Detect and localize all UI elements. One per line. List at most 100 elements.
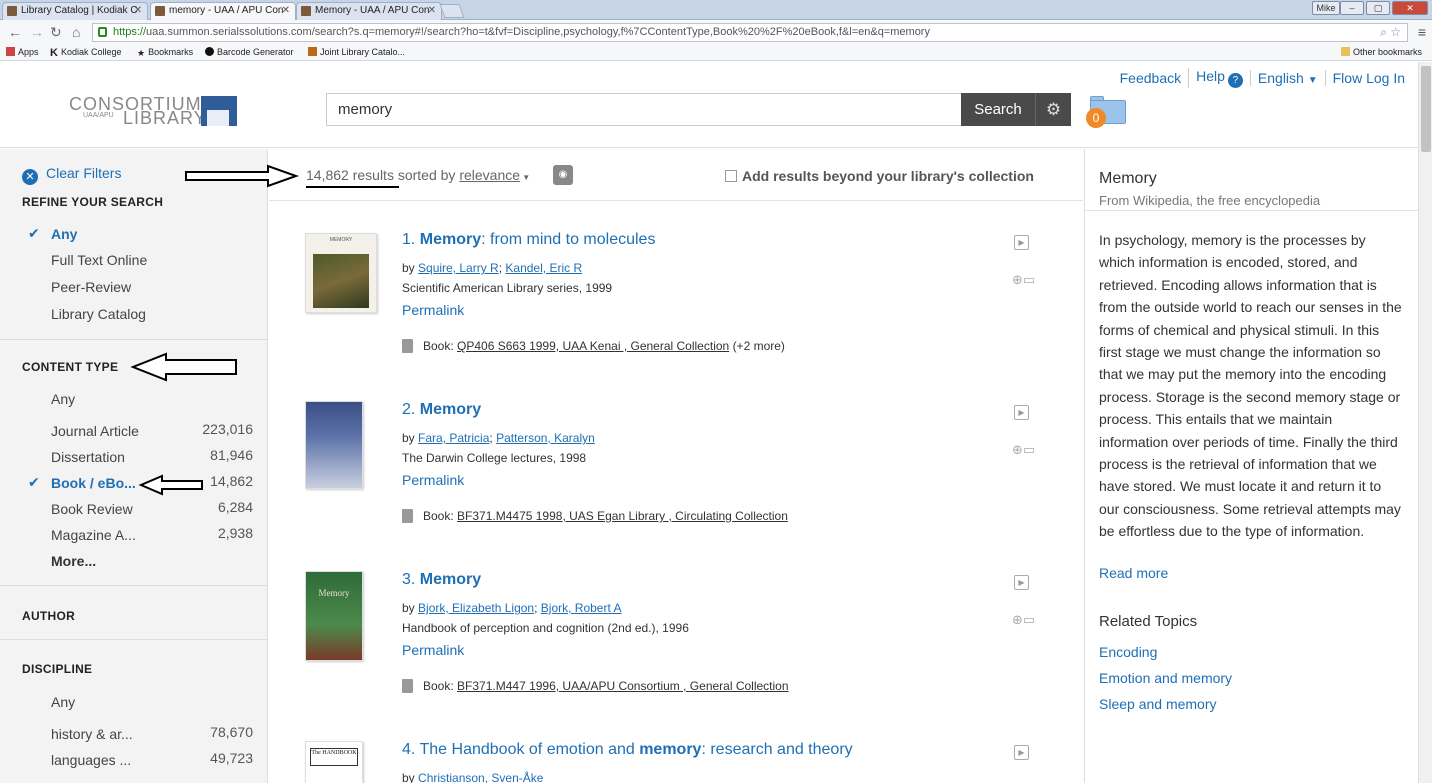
rss-feed-icon[interactable]: ◉ xyxy=(553,165,573,185)
related-topic-link[interactable]: Emotion and memory xyxy=(1099,670,1232,686)
content-type-journal-article[interactable]: Journal Article xyxy=(51,423,139,439)
help-link[interactable]: Help? xyxy=(1188,68,1250,88)
facet-count: 2,938 xyxy=(217,525,253,541)
facet-count: 78,670 xyxy=(210,724,253,740)
holding-link[interactable]: BF371.M447 1996, UAA/APU Consortium , Ge… xyxy=(457,679,789,693)
result-authors: by Bjork, Elizabeth Ligon; Bjork, Robert… xyxy=(402,601,622,615)
refine-any[interactable]: Any xyxy=(51,226,77,242)
discipline-history-arts[interactable]: history & ar... xyxy=(51,726,133,742)
beyond-collection-checkbox[interactable]: Add results beyond your library's collec… xyxy=(725,168,1034,184)
add-to-folder-icon[interactable]: ⊕▭ xyxy=(1012,612,1035,627)
consortium-library-logo[interactable]: CONSORTIUM UAA/APU LIBRARY xyxy=(69,94,239,128)
close-tab-icon[interactable]: ✕ xyxy=(134,3,142,19)
result-title-link[interactable]: 1. Memory: from mind to molecules xyxy=(402,231,655,249)
content-type-any[interactable]: Any xyxy=(51,391,75,407)
results-count: 14,862 results sorted by relevance ▼ xyxy=(306,167,531,183)
result-title-link[interactable]: 3. Memory xyxy=(402,571,481,589)
add-to-folder-icon[interactable]: ⊕▭ xyxy=(1012,442,1035,457)
discipline-heading: DISCIPLINE xyxy=(22,662,93,676)
book-cover-thumbnail[interactable]: Memory xyxy=(305,571,363,661)
browser-user-badge[interactable]: Mike xyxy=(1312,1,1340,15)
library-building-icon xyxy=(201,96,237,126)
sort-dropdown[interactable]: relevance xyxy=(459,167,520,183)
author-link[interactable]: Patterson, Karalyn xyxy=(496,431,595,445)
content-type-more-link[interactable]: More... xyxy=(51,553,96,569)
url-text: uaa.summon.serialssolutions.com/search?s… xyxy=(146,26,930,38)
result-holding: Book: BF371.M4475 1998, UAS Egan Library… xyxy=(402,509,788,523)
author-link[interactable]: Fara, Patricia xyxy=(418,431,489,445)
browser-tab-memory[interactable]: Memory - UAA / APU Con ✕ xyxy=(296,2,442,20)
new-tab-button[interactable] xyxy=(439,4,465,18)
home-icon[interactable]: ⌂ xyxy=(72,24,80,40)
related-topic-link[interactable]: Sleep and memory xyxy=(1099,696,1217,712)
bookmark-bookmarks[interactable]: ★ Bookmarks xyxy=(137,44,193,60)
book-icon xyxy=(402,679,413,693)
forward-arrow-icon[interactable]: → xyxy=(30,24,44,40)
checkbox[interactable] xyxy=(725,170,737,182)
author-heading[interactable]: AUTHOR xyxy=(22,609,75,623)
discipline-languages[interactable]: languages ... xyxy=(51,752,131,768)
permalink[interactable]: Permalink xyxy=(402,472,464,488)
holding-link[interactable]: BF371.M4475 1998, UAS Egan Library , Cir… xyxy=(457,509,788,523)
read-more-link[interactable]: Read more xyxy=(1099,565,1168,581)
scrollbar-thumb[interactable] xyxy=(1421,66,1431,152)
back-arrow-icon[interactable]: ← xyxy=(8,24,22,40)
discipline-any[interactable]: Any xyxy=(51,694,75,710)
content-type-dissertation[interactable]: Dissertation xyxy=(51,449,125,465)
login-link[interactable]: Flow Log In xyxy=(1324,70,1412,86)
content-type-magazine-article[interactable]: Magazine A... xyxy=(51,527,136,543)
preview-play-icon[interactable]: ▶ xyxy=(1014,405,1029,420)
tab-label: Library Catalog | Kodiak C xyxy=(21,5,138,16)
result-title-link[interactable]: 4. The Handbook of emotion and memory: r… xyxy=(402,741,853,759)
author-link[interactable]: Bjork, Elizabeth Ligon xyxy=(418,601,534,615)
refine-peer-review[interactable]: Peer-Review xyxy=(51,279,131,295)
search-input[interactable]: memory xyxy=(326,93,962,126)
author-link[interactable]: Bjork, Robert A xyxy=(541,601,622,615)
close-tab-icon[interactable]: ✕ xyxy=(428,3,436,19)
zoom-star-icons[interactable]: ⌕ ☆ xyxy=(1380,24,1401,41)
url-field[interactable]: https://uaa.summon.serialssolutions.com/… xyxy=(92,23,1408,42)
browser-tab-memory-active[interactable]: memory - UAA / APU Con ✕ xyxy=(150,2,296,20)
other-bookmarks[interactable]: Other bookmarks xyxy=(1341,44,1422,60)
preview-play-icon[interactable]: ▶ xyxy=(1014,575,1029,590)
language-dropdown[interactable]: English ▼ xyxy=(1249,70,1325,86)
holding-link[interactable]: QP406 S663 1999, UAA Kenai , General Col… xyxy=(457,339,729,353)
bookmark-barcode-generator[interactable]: Barcode Generator xyxy=(205,44,294,60)
barcode-icon xyxy=(205,47,214,56)
book-cover-thumbnail[interactable]: MEMORY xyxy=(305,233,377,313)
book-cover-thumbnail[interactable] xyxy=(305,401,363,489)
add-to-folder-icon[interactable]: ⊕▭ xyxy=(1012,272,1035,287)
content-type-book-ebook[interactable]: Book / eBo... xyxy=(51,475,136,491)
close-window-icon[interactable]: ✕ xyxy=(1392,1,1428,15)
permalink[interactable]: Permalink xyxy=(402,642,464,658)
browser-tab-library-catalog[interactable]: Library Catalog | Kodiak C ✕ xyxy=(2,2,148,20)
book-cover-thumbnail[interactable]: The HANDBOOK xyxy=(305,741,363,783)
refine-full-text-online[interactable]: Full Text Online xyxy=(51,252,147,268)
browser-menu-icon[interactable]: ≡ xyxy=(1418,24,1426,40)
search-options-gear-icon[interactable]: ⚙ xyxy=(1035,93,1071,126)
preview-play-icon[interactable]: ▶ xyxy=(1014,745,1029,760)
minimize-icon[interactable]: – xyxy=(1340,1,1364,15)
author-link[interactable]: Kandel, Eric R xyxy=(505,261,582,275)
bookmark-kodiak-college[interactable]: K Kodiak College xyxy=(50,44,122,60)
author-link[interactable]: Squire, Larry R xyxy=(418,261,499,275)
author-link[interactable]: Christianson, Sven-Åke xyxy=(418,771,543,783)
bookmark-apps[interactable]: Apps xyxy=(6,44,39,60)
close-tab-icon[interactable]: ✕ xyxy=(282,3,290,19)
maximize-icon[interactable]: ▢ xyxy=(1366,1,1390,15)
related-topic-link[interactable]: Encoding xyxy=(1099,644,1157,660)
clear-filters-button[interactable]: ✕ Clear Filters xyxy=(22,165,121,185)
apps-grid-icon xyxy=(6,47,15,56)
reload-icon[interactable]: ↻ xyxy=(50,24,62,40)
feedback-link[interactable]: Feedback xyxy=(1113,70,1188,86)
page-scrollbar[interactable] xyxy=(1418,62,1432,783)
search-button[interactable]: Search xyxy=(961,93,1035,126)
saved-items-folder-icon[interactable]: 0 xyxy=(1086,96,1126,128)
preview-play-icon[interactable]: ▶ xyxy=(1014,235,1029,250)
content-type-book-review[interactable]: Book Review xyxy=(51,501,133,517)
permalink[interactable]: Permalink xyxy=(402,302,464,318)
bookmark-joint-library[interactable]: Joint Library Catalo... xyxy=(308,44,405,60)
result-title-link[interactable]: 2. Memory xyxy=(402,401,481,419)
facet-count: 14,862 xyxy=(210,473,253,489)
refine-library-catalog[interactable]: Library Catalog xyxy=(51,306,146,322)
